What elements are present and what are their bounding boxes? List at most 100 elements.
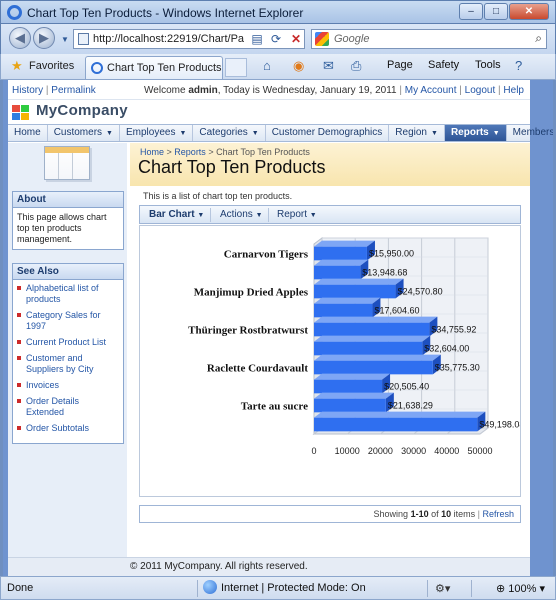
history-link[interactable]: History (12, 85, 43, 96)
see-also-title: See Also (13, 264, 123, 280)
help-link[interactable]: Help (503, 85, 524, 96)
menu-item-home[interactable]: Home (8, 125, 48, 141)
breadcrumb-reports[interactable]: Reports (174, 147, 206, 157)
maximize-button[interactable]: □ (484, 3, 508, 20)
print-icon[interactable]: ⎙ (351, 58, 361, 74)
bar-value-label: $35,775.30 (435, 363, 480, 373)
bar-top (314, 373, 391, 380)
safety-menu[interactable]: Safety (428, 59, 459, 71)
help-icon[interactable]: ? (515, 58, 522, 73)
close-button[interactable]: ✕ (509, 3, 549, 20)
bar (314, 303, 373, 318)
minimize-button[interactable]: – (459, 3, 483, 20)
bar-top (314, 316, 438, 323)
bar (314, 398, 386, 413)
address-toolbar: ◀ ▶ ▼ http://localhost:22919/Chart/Pa ▤ … (0, 24, 556, 54)
page-graphic-icon (44, 146, 90, 180)
tools-menu[interactable]: Tools (475, 59, 501, 71)
bar (314, 265, 361, 280)
protected-mode-icon[interactable]: ⚙▾ (435, 582, 450, 595)
history-dropdown-icon[interactable]: ▼ (57, 32, 73, 48)
feeds-icon[interactable]: ◉ (293, 58, 304, 74)
compat-view-icon[interactable]: ▤ (249, 31, 265, 47)
company-logo-icon (12, 105, 30, 121)
bar (314, 246, 367, 261)
favorites-star-icon[interactable]: ★ (11, 58, 23, 74)
mail-icon[interactable]: ✉ (323, 58, 334, 74)
bar-top (314, 335, 431, 342)
bar (314, 379, 383, 394)
bar-chart: 0 10000 20000 30000 40000 50000 $15,950.00 $13,… (188, 237, 520, 456)
search-box[interactable]: Google ⌕ (311, 29, 547, 49)
bar-top (314, 240, 375, 247)
see-also-link[interactable]: Invoices (17, 380, 119, 391)
back-button[interactable]: ◀ (9, 27, 31, 49)
category-label: Manjimup Dried Apples (194, 287, 309, 299)
status-text: Done (7, 582, 34, 594)
page-footer: © 2011 MyCompany. All rights reserved. (8, 557, 530, 576)
favorites-button[interactable]: Favorites (29, 60, 74, 72)
bar-top (314, 411, 486, 418)
window-titlebar: Chart Top Ten Products - Windows Interne… (0, 0, 556, 24)
zoom-level[interactable]: ⊕ 100% ▾ (496, 582, 545, 595)
bar-value-label: $21,638.29 (388, 401, 433, 411)
bar-value-label: $32,604.00 (424, 344, 469, 354)
forward-button[interactable]: ▶ (33, 27, 55, 49)
bar-top (314, 297, 381, 304)
permalink-link[interactable]: Permalink (51, 85, 95, 96)
x-tick-label: 0 (311, 446, 316, 456)
see-also-link[interactable]: Order Details Extended (17, 396, 119, 418)
chart-container: 0 10000 20000 30000 40000 50000 $15,950.00 $13,… (139, 225, 521, 497)
main-menu: Home Customers ▼ Employees ▼ Categories ▼ Custo… (8, 124, 553, 142)
user-bar: Welcome admin, Today is Wednesday, Janua… (144, 85, 524, 96)
see-also-link[interactable]: Order Subtotals (17, 423, 119, 434)
view-selector[interactable]: Bar Chart ▼ (149, 209, 204, 220)
actions-menu[interactable]: Actions ▼ (220, 209, 263, 220)
menu-item-region[interactable]: Region ▼ (389, 125, 445, 141)
bar-top (314, 278, 404, 285)
page-icon (78, 33, 89, 45)
see-also-link[interactable]: Current Product List (17, 337, 119, 348)
dropdown-arrow-icon: ▼ (179, 130, 187, 137)
refresh-link[interactable]: Refresh (482, 509, 514, 519)
home-icon[interactable]: ⌂ (263, 58, 271, 73)
menu-item-reports[interactable]: Reports ▼ (444, 125, 507, 141)
my-account-link[interactable]: My Account (405, 85, 457, 96)
menu-item-customers[interactable]: Customers ▼ (48, 125, 120, 141)
report-menu[interactable]: Report ▼ (277, 209, 317, 220)
browser-viewport: History | Permalink Welcome admin, Today… (3, 80, 553, 576)
username: admin (188, 85, 218, 96)
see-also-link[interactable]: Alphabetical list of products (17, 283, 119, 305)
tab-title: Chart Top Ten Products (107, 62, 222, 74)
internet-zone-icon (203, 580, 217, 594)
search-placeholder: Google (334, 33, 370, 45)
url-text: http://localhost:22919/Chart/Pa (93, 33, 245, 45)
copyright-text: © 2011 MyCompany. All rights reserved. (130, 561, 308, 572)
page-header: Home > Reports > Chart Top Ten Products … (130, 143, 530, 186)
company-name: MyCompany (36, 102, 128, 119)
menu-item-customer-demographics[interactable]: Customer Demographics (266, 125, 390, 141)
menu-item-employees[interactable]: Employees ▼ (120, 125, 194, 141)
menu-item-categories[interactable]: Categories ▼ (193, 125, 266, 141)
refresh-icon[interactable]: ⟳ (268, 31, 284, 47)
new-tab-button[interactable] (225, 58, 247, 77)
menu-item-membership[interactable]: Membership (507, 125, 553, 141)
stop-icon[interactable]: ✕ (288, 31, 304, 47)
x-tick-label: 20000 (368, 446, 393, 456)
bar-top (314, 392, 394, 399)
breadcrumb: Home > Reports > Chart Top Ten Products (140, 147, 310, 157)
google-icon (315, 32, 329, 46)
pager-bar: Showing 1-10 of 10 items | Refresh (139, 505, 521, 523)
logout-link[interactable]: Logout (465, 85, 496, 96)
category-label: Tarte au sucre (241, 401, 308, 413)
x-tick-label: 10000 (335, 446, 360, 456)
breadcrumb-home[interactable]: Home (140, 147, 164, 157)
see-also-link[interactable]: Category Sales for 1997 (17, 310, 119, 332)
page-menu[interactable]: Page (387, 59, 413, 71)
bar-value-label: $34,755.92 (431, 325, 476, 335)
dropdown-arrow-icon: ▼ (106, 130, 113, 137)
browser-tab[interactable]: Chart Top Ten Products (85, 56, 223, 79)
dropdown-arrow-icon: ▼ (492, 130, 500, 137)
see-also-link[interactable]: Customer and Suppliers by City (17, 353, 119, 375)
search-icon[interactable]: ⌕ (535, 31, 542, 46)
